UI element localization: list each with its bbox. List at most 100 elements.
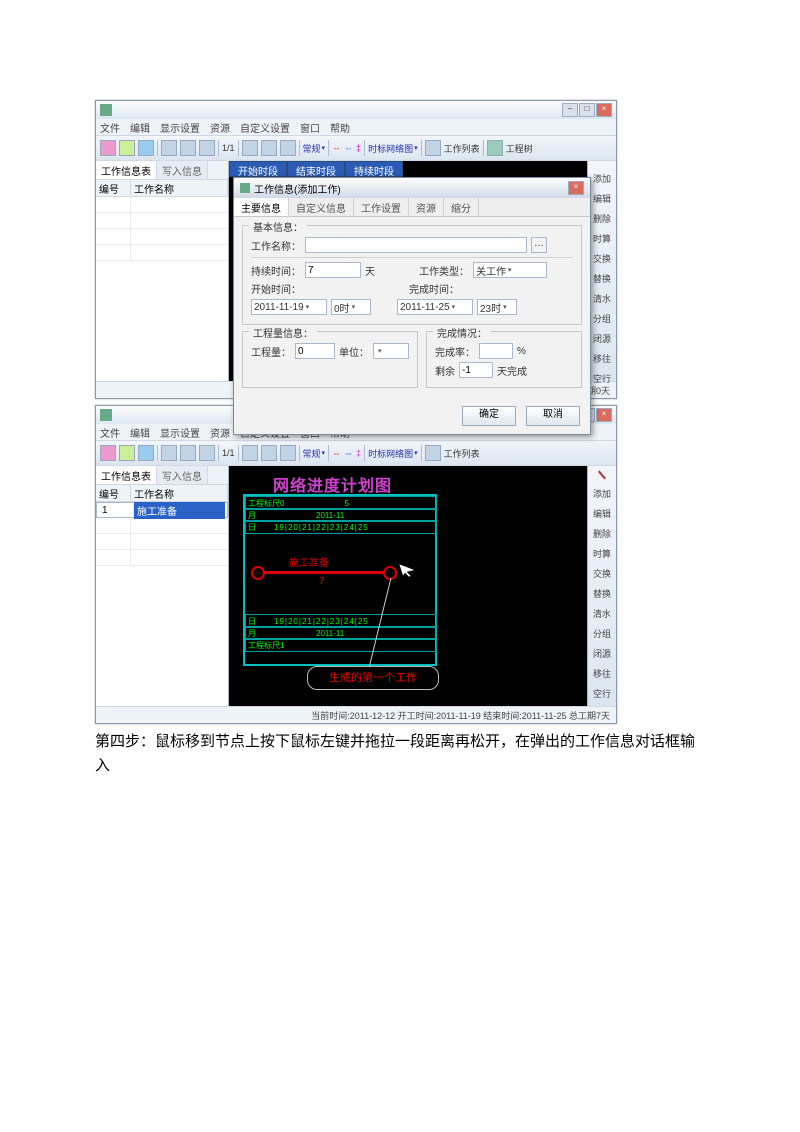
- tool-button[interactable]: 闭源: [593, 332, 611, 345]
- menu-item[interactable]: 资源: [210, 120, 230, 135]
- tool-button[interactable]: 添加: [593, 172, 611, 185]
- tool-button[interactable]: 替换: [593, 272, 611, 285]
- toolbar-icon[interactable]: [119, 140, 135, 156]
- toolbar-icon[interactable]: [138, 445, 154, 461]
- start-date-picker[interactable]: 2011-11-19▾: [251, 299, 327, 315]
- max-button[interactable]: □: [579, 103, 595, 117]
- toolbar-icon[interactable]: [161, 445, 177, 461]
- toolbar-icon[interactable]: [261, 140, 277, 156]
- pct-input[interactable]: [479, 343, 513, 359]
- worklist-button[interactable]: 工作列表: [444, 142, 480, 155]
- pencil-icon[interactable]: [598, 471, 606, 480]
- toolbar-icon[interactable]: [280, 140, 296, 156]
- tool-button[interactable]: 删除: [593, 527, 611, 540]
- table-row[interactable]: [96, 213, 228, 229]
- left-tab[interactable]: 工作信息表: [96, 161, 157, 179]
- menu-item[interactable]: 文件: [100, 425, 120, 440]
- menu-item[interactable]: 编辑: [130, 120, 150, 135]
- type-select[interactable]: 关工作▾: [473, 262, 547, 278]
- list-icon[interactable]: [425, 445, 441, 461]
- menu-item[interactable]: 编辑: [130, 425, 150, 440]
- task-tab[interactable]: 结束时段: [287, 161, 345, 177]
- tree-icon[interactable]: [487, 140, 503, 156]
- tool-button[interactable]: 清水: [593, 292, 611, 305]
- table-row[interactable]: [96, 197, 228, 213]
- toolbar-icon[interactable]: [119, 445, 135, 461]
- dialog-tab[interactable]: 缩分: [444, 198, 479, 216]
- menu-item[interactable]: 窗口: [300, 120, 320, 135]
- start-time-picker[interactable]: 0时▾: [331, 299, 371, 315]
- toolbar-icon[interactable]: [261, 445, 277, 461]
- tool-button[interactable]: 空行: [593, 687, 611, 700]
- table-row[interactable]: [96, 245, 228, 261]
- tool-button[interactable]: 分组: [593, 312, 611, 325]
- cancel-button[interactable]: 取消: [526, 406, 580, 426]
- toolbar-icon[interactable]: [242, 140, 258, 156]
- duration-input[interactable]: [305, 262, 361, 278]
- dialog-tab[interactable]: 工作设置: [354, 198, 409, 216]
- toolbar-icon[interactable]: [199, 445, 215, 461]
- tool-button[interactable]: 替换: [593, 587, 611, 600]
- menu-item[interactable]: 显示设置: [160, 120, 200, 135]
- left-tab[interactable]: 写入信息: [157, 466, 208, 484]
- table-row[interactable]: 1 施工准备: [96, 502, 228, 518]
- toolbar-icon[interactable]: [199, 140, 215, 156]
- tool-button[interactable]: 交换: [593, 252, 611, 265]
- menu-item[interactable]: 文件: [100, 120, 120, 135]
- canvas-area[interactable]: 网络进度计划图 工程标尺05 月2011-11 日19|20|21|22|23|…: [229, 466, 587, 706]
- task-tab[interactable]: 持续时段: [345, 161, 403, 177]
- table-row[interactable]: [96, 229, 228, 245]
- menu-item[interactable]: 显示设置: [160, 425, 200, 440]
- menu-item[interactable]: 帮助: [330, 120, 350, 135]
- pencil-icon[interactable]: [601, 164, 603, 165]
- task-tab[interactable]: 开始时段: [229, 161, 287, 177]
- tree-button[interactable]: 工程树: [506, 142, 533, 155]
- toolbar-icon[interactable]: [242, 445, 258, 461]
- worklist-button[interactable]: 工作列表: [444, 447, 480, 460]
- dialog-close-button[interactable]: ×: [568, 181, 584, 195]
- zoom-icon[interactable]: [161, 140, 177, 156]
- dialog-tab[interactable]: 自定义信息: [289, 198, 354, 216]
- toolbar-icon[interactable]: [138, 140, 154, 156]
- dropdown-button[interactable]: …: [531, 237, 547, 253]
- tool-button[interactable]: 编辑: [593, 507, 611, 520]
- dialog-tab[interactable]: 主要信息: [234, 198, 289, 216]
- menu-item[interactable]: 自定义设置: [240, 120, 290, 135]
- toolbar-icon[interactable]: [100, 445, 116, 461]
- dialog-tab[interactable]: 资源: [409, 198, 444, 216]
- qty-input[interactable]: [295, 343, 335, 359]
- view-dropdown[interactable]: 时标网络图▾: [368, 447, 418, 460]
- mode-dropdown[interactable]: 常规▾: [303, 142, 326, 155]
- mode-dropdown[interactable]: 常规▾: [303, 447, 326, 460]
- close-button[interactable]: ×: [596, 408, 612, 422]
- tool-button[interactable]: 分组: [593, 627, 611, 640]
- tool-button[interactable]: 编辑: [593, 192, 611, 205]
- toolbar-icon[interactable]: [180, 445, 196, 461]
- tool-button[interactable]: 时算: [593, 232, 611, 245]
- left-tab[interactable]: 写入信息: [157, 161, 208, 179]
- tool-button[interactable]: 清水: [593, 607, 611, 620]
- dialog-titlebar[interactable]: 工作信息(添加工作) ×: [234, 178, 590, 198]
- tool-button[interactable]: 添加: [593, 487, 611, 500]
- table-row[interactable]: [96, 550, 228, 566]
- end-date-picker[interactable]: 2011-11-25▾: [397, 299, 473, 315]
- menu-item[interactable]: 资源: [210, 425, 230, 440]
- tool-button[interactable]: 移往: [593, 352, 611, 365]
- toolbar-icon[interactable]: [180, 140, 196, 156]
- tool-button[interactable]: 闭源: [593, 647, 611, 660]
- remain-input[interactable]: [459, 362, 493, 378]
- name-input[interactable]: [305, 237, 527, 253]
- ok-button[interactable]: 确定: [462, 406, 516, 426]
- tool-button[interactable]: 时算: [593, 547, 611, 560]
- end-time-picker[interactable]: 23时▾: [477, 299, 517, 315]
- tool-button[interactable]: 移往: [593, 667, 611, 680]
- table-row[interactable]: [96, 534, 228, 550]
- left-tab[interactable]: 工作信息表: [96, 466, 157, 484]
- toolbar-icon[interactable]: [280, 445, 296, 461]
- table-row[interactable]: [96, 518, 228, 534]
- tool-button[interactable]: 删除: [593, 212, 611, 225]
- toolbar-icon[interactable]: [100, 140, 116, 156]
- canvas-area[interactable]: 开始时段 结束时段 持续时段 工作信息(添加工作) × 主要信息 自定义信息 工…: [229, 161, 587, 381]
- view-dropdown[interactable]: 时标网络图▾: [368, 142, 418, 155]
- tool-button[interactable]: 交换: [593, 567, 611, 580]
